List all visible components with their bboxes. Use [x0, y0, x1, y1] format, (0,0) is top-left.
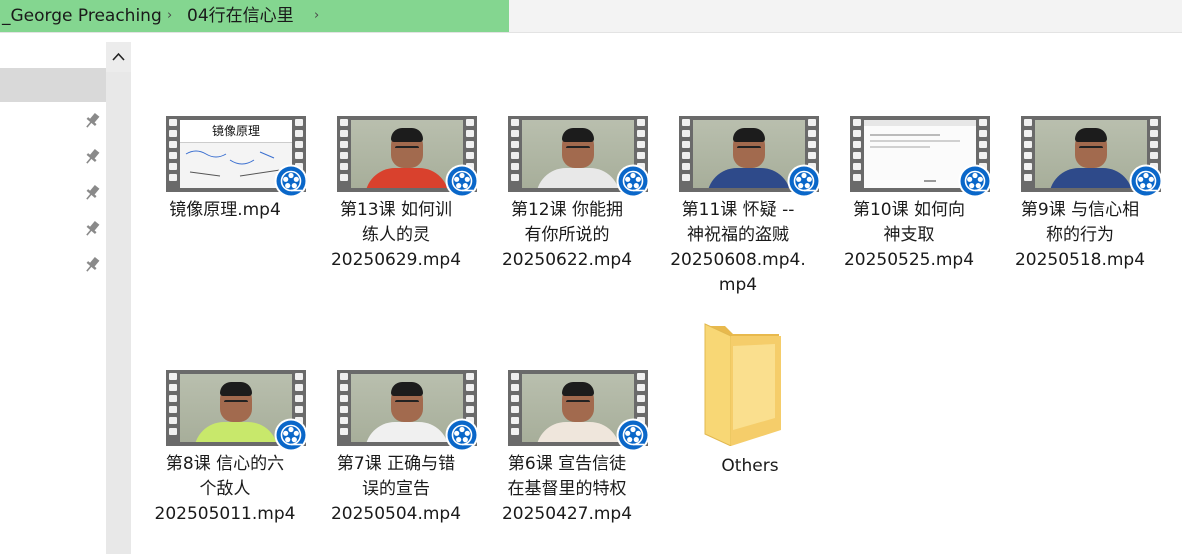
- file-name: 第12课 你能拥 有你所说的 20250622.mp4: [492, 198, 642, 273]
- pin-icon[interactable]: [83, 256, 101, 274]
- file-name-line: 有你所说的: [524, 225, 610, 245]
- media-player-icon: [616, 418, 650, 452]
- folder-icon: [704, 323, 781, 446]
- chevron-right-icon[interactable]: ›: [314, 8, 319, 24]
- pin-icon[interactable]: [83, 184, 101, 202]
- file-name-line: 第6课 宣告信徒: [507, 454, 627, 474]
- video-file-icon: [1021, 116, 1163, 198]
- media-player-icon: [274, 418, 308, 452]
- file-name: 第11课 怀疑 -- 神祝福的盗贼 20250608.mp4. mp4: [663, 198, 813, 298]
- address-bar[interactable]: _George Preaching › 04行在信心里 ›: [0, 0, 1182, 33]
- file-name-line: 第13课 如何训: [339, 200, 453, 220]
- pin-icon[interactable]: [83, 112, 101, 130]
- file-name-line: 第12课 你能拥: [510, 200, 624, 220]
- video-file-icon: [166, 370, 308, 452]
- file-name-line: 20250622.mp4: [501, 250, 633, 270]
- media-player-icon: [1129, 164, 1163, 198]
- file-name-line: 镜像原理.mp4: [169, 200, 281, 220]
- scroll-up-button[interactable]: [106, 42, 131, 72]
- media-player-icon: [958, 164, 992, 198]
- file-name-line: 20250608.mp4.: [670, 250, 806, 270]
- video-file-icon: [337, 370, 479, 452]
- chevron-up-icon: [112, 52, 125, 61]
- video-file-icon: [679, 116, 821, 198]
- media-player-icon: [274, 164, 308, 198]
- file-name-line: 第10课 如何向: [852, 200, 966, 220]
- file-name-line: mp4: [718, 275, 758, 295]
- file-name: 第7课 正确与错 误的宣告 20250504.mp4: [321, 452, 471, 527]
- file-name: 第13课 如何训 练人的灵 20250629.mp4: [321, 198, 471, 273]
- file-name: 第9课 与信心相 称的行为 20250518.mp4: [1005, 198, 1155, 273]
- pin-icon[interactable]: [83, 220, 101, 238]
- file-name-line: 第9课 与信心相: [1020, 200, 1140, 220]
- nav-pane-selected-item[interactable]: [0, 68, 106, 102]
- file-name-line: 在基督里的特权: [507, 479, 627, 499]
- nav-pane-scrollbar[interactable]: [106, 42, 131, 554]
- file-name: 镜像原理.mp4: [150, 198, 300, 223]
- folder-name: Others: [721, 456, 779, 476]
- chevron-right-icon[interactable]: ›: [167, 8, 172, 24]
- breadcrumb-segment-1[interactable]: _George Preaching: [2, 5, 162, 27]
- file-name: 第8课 信心的六 个敌人 202505011.mp4: [150, 452, 300, 527]
- file-name: 第10课 如何向 神支取 20250525.mp4: [834, 198, 984, 273]
- file-name-line: 神支取: [883, 225, 935, 245]
- file-name-line: 20250504.mp4: [330, 504, 462, 524]
- video-file-icon: [508, 370, 650, 452]
- file-name-line: 第8课 信心的六: [165, 454, 285, 474]
- pin-icon[interactable]: [83, 148, 101, 166]
- file-name-line: 202505011.mp4: [154, 504, 296, 524]
- file-name-line: 神祝福的盗贼: [687, 225, 789, 245]
- media-player-icon: [445, 418, 479, 452]
- file-name-line: 20250525.mp4: [843, 250, 975, 270]
- video-file-icon: [850, 116, 992, 198]
- file-name-line: 称的行为: [1046, 225, 1114, 245]
- file-name-line: 个敌人: [199, 479, 251, 499]
- file-name-line: 20250518.mp4: [1014, 250, 1146, 270]
- file-name-line: 误的宣告: [362, 479, 430, 499]
- file-name: 第6课 宣告信徒 在基督里的特权 20250427.mp4: [492, 452, 642, 527]
- video-file-icon: [508, 116, 650, 198]
- file-name-line: 20250629.mp4: [330, 250, 462, 270]
- breadcrumb-segment-2[interactable]: 04行在信心里: [187, 5, 294, 27]
- thumbnail-title: 镜像原理: [180, 120, 292, 143]
- file-name-line: 第11课 怀疑 --: [681, 200, 795, 220]
- video-file-icon: 镜像原理: [166, 116, 308, 198]
- media-player-icon: [616, 164, 650, 198]
- video-file-icon: [337, 116, 479, 198]
- file-name-line: 第7课 正确与错: [336, 454, 456, 474]
- media-player-icon: [445, 164, 479, 198]
- file-name-line: 20250427.mp4: [501, 504, 633, 524]
- media-player-icon: [787, 164, 821, 198]
- file-name-line: 练人的灵: [362, 225, 430, 245]
